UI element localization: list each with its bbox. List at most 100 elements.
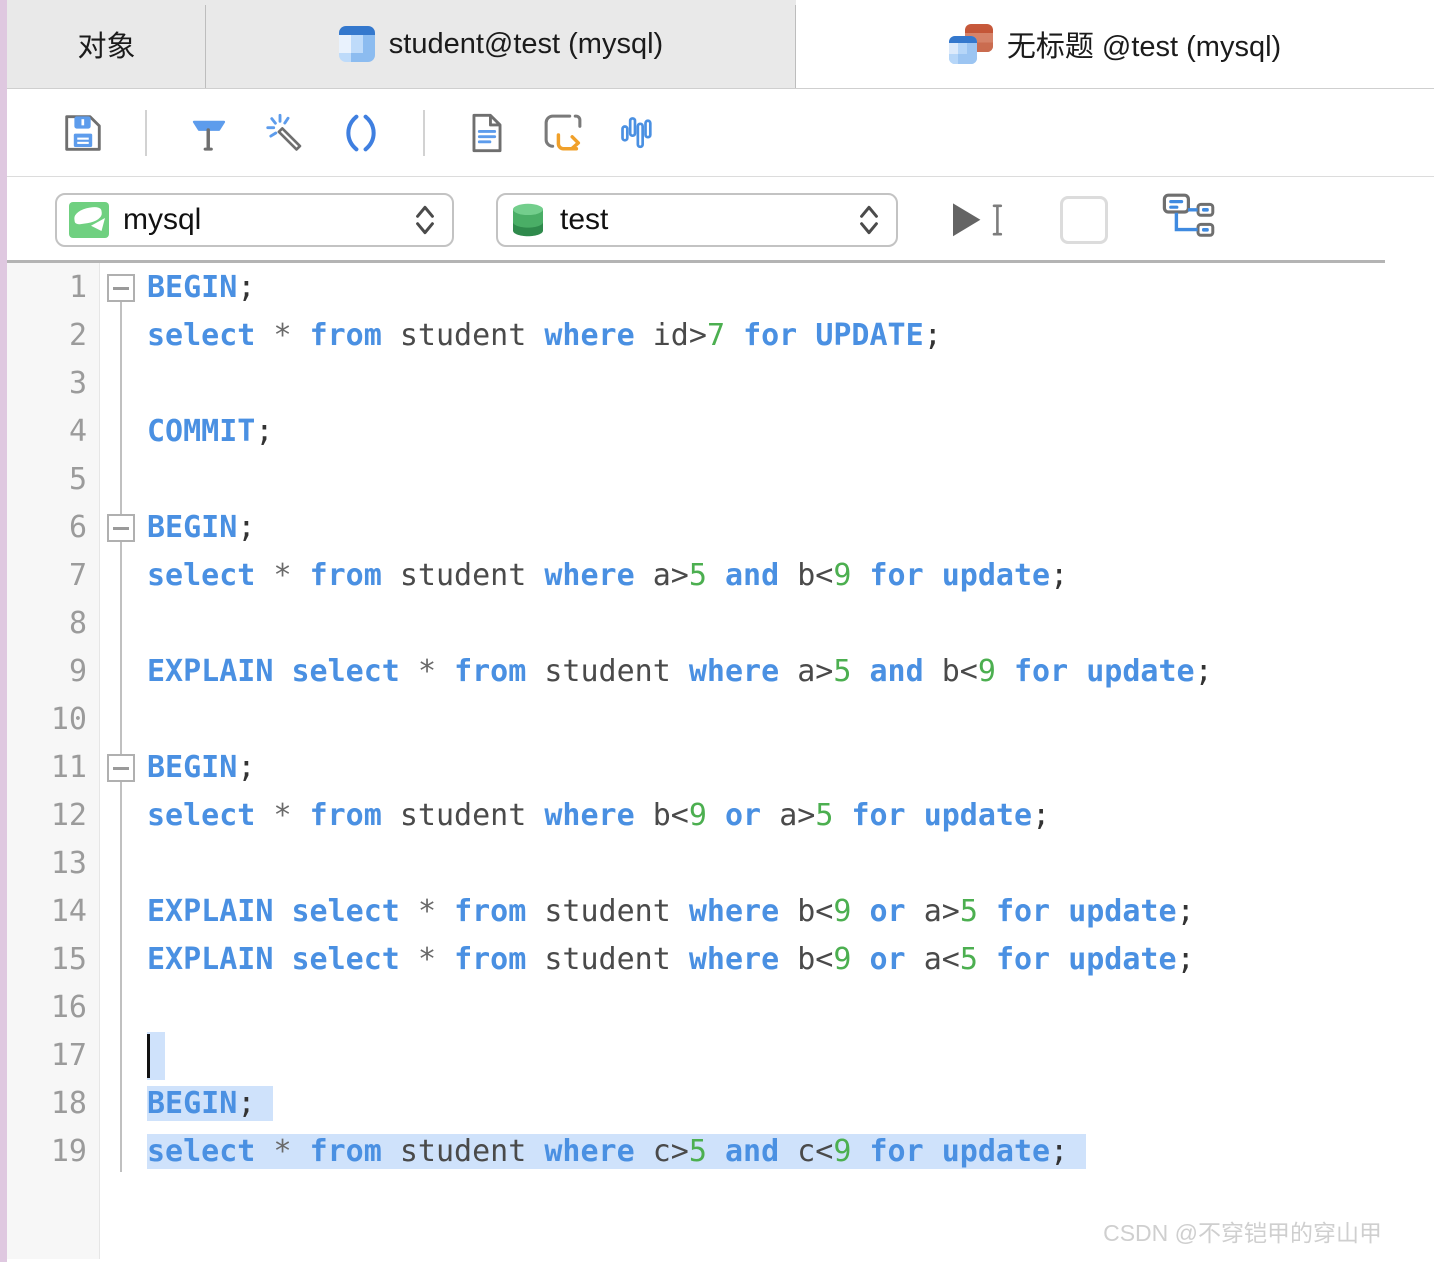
code-token: 9 bbox=[833, 942, 852, 977]
code-token: BEGIN bbox=[147, 1086, 238, 1121]
code-token: update bbox=[941, 558, 1051, 593]
line-number: 15 bbox=[50, 942, 87, 977]
code-line[interactable]: select * from student where c>5 and c<9 … bbox=[147, 1128, 1087, 1176]
code-folding-lane[interactable] bbox=[99, 263, 147, 1259]
code-token: from bbox=[309, 558, 382, 593]
tab-untitled[interactable]: 无标题 @test (mysql) bbox=[796, 0, 1434, 88]
code-token: * bbox=[417, 942, 436, 977]
code-token: select bbox=[147, 318, 256, 353]
code-token: * bbox=[273, 1134, 292, 1169]
magic-wand-icon bbox=[266, 113, 302, 151]
code-content[interactable]: BEGIN; select * from student where id>7 f… bbox=[147, 263, 1434, 1259]
code-token: 9 bbox=[833, 894, 852, 929]
code-token: for bbox=[743, 318, 798, 353]
code-line[interactable]: select * from student where b<9 or a>5 f… bbox=[147, 792, 1050, 840]
code-token: where bbox=[544, 558, 635, 593]
line-number: 1 bbox=[68, 270, 87, 305]
code-token: student bbox=[544, 654, 671, 689]
code-token bbox=[923, 1134, 942, 1169]
line-number: 6 bbox=[68, 510, 87, 545]
code-token: from bbox=[309, 1134, 382, 1169]
code-line[interactable]: BEGIN; bbox=[147, 744, 255, 792]
fold-toggle[interactable] bbox=[107, 514, 135, 542]
code-token: select bbox=[291, 654, 400, 689]
sql-editor[interactable]: 1 2 3 4 5 6 7 8 9 10 11 12 13 14 15 16 17 18 19 BEGIN; sele… bbox=[7, 263, 1434, 1259]
code-token: 9 bbox=[977, 654, 996, 689]
code-token: a> bbox=[923, 894, 960, 929]
tab-objects[interactable]: 对象 bbox=[7, 0, 206, 88]
export-button[interactable] bbox=[525, 101, 601, 165]
code-line[interactable]: BEGIN; bbox=[147, 504, 255, 552]
format-sql-button[interactable] bbox=[171, 101, 247, 165]
code-token: student bbox=[544, 942, 671, 977]
code-line[interactable]: select * from student where id>7 for UPD… bbox=[147, 312, 942, 360]
code-line[interactable]: EXPLAIN select * from student where a>5 … bbox=[147, 648, 1213, 696]
hammer-icon bbox=[192, 120, 226, 151]
database-cylinder-icon bbox=[510, 201, 546, 239]
code-token: EXPLAIN bbox=[147, 894, 274, 929]
beautify-button[interactable] bbox=[247, 101, 323, 165]
code-token: 7 bbox=[706, 318, 725, 353]
line-number: 9 bbox=[68, 654, 87, 689]
code-token: b< bbox=[941, 654, 978, 689]
code-token: * bbox=[417, 894, 436, 929]
code-token: 9 bbox=[833, 558, 852, 593]
tab-student[interactable]: student@test (mysql) bbox=[206, 0, 796, 88]
code-line[interactable]: BEGIN; bbox=[147, 264, 255, 312]
fold-toggle[interactable] bbox=[107, 274, 135, 302]
bar-chart-icon bbox=[621, 116, 652, 148]
line-number: 13 bbox=[50, 846, 87, 881]
code-token: a> bbox=[797, 654, 834, 689]
code-token: ; bbox=[255, 414, 274, 449]
code-token: BEGIN bbox=[147, 270, 238, 305]
code-token bbox=[255, 1134, 274, 1169]
code-token: student bbox=[544, 894, 671, 929]
code-token: update bbox=[1068, 942, 1177, 977]
stop-button[interactable] bbox=[1060, 196, 1108, 244]
code-token: 5 bbox=[688, 558, 707, 593]
code-token: and bbox=[869, 654, 924, 689]
parentheses-icon bbox=[346, 114, 376, 151]
code-line[interactable]: COMMIT; bbox=[147, 408, 273, 456]
code-token bbox=[706, 1134, 725, 1169]
snippets-button[interactable] bbox=[323, 101, 399, 165]
line-number: 7 bbox=[68, 558, 87, 593]
database-select[interactable]: test bbox=[496, 193, 898, 247]
code-token: a> bbox=[652, 558, 689, 593]
connection-select[interactable]: mysql bbox=[55, 193, 454, 247]
explain-plan-button[interactable] bbox=[1160, 192, 1216, 249]
fold-range-line bbox=[120, 542, 122, 754]
code-line[interactable]: BEGIN; bbox=[147, 1080, 274, 1128]
text-view-button[interactable] bbox=[449, 101, 525, 165]
code-token: a< bbox=[923, 942, 960, 977]
code-line[interactable]: select * from student where a>5 and b<9 … bbox=[147, 552, 1068, 600]
code-token: and bbox=[725, 558, 780, 593]
code-token: b< bbox=[652, 798, 689, 833]
code-token: 9 bbox=[833, 1134, 852, 1169]
code-token: c< bbox=[797, 1134, 834, 1169]
run-button[interactable] bbox=[944, 197, 1012, 243]
fold-toggle[interactable] bbox=[107, 754, 135, 782]
line-number: 17 bbox=[50, 1038, 87, 1073]
code-line[interactable]: EXPLAIN select * from student where b<9 … bbox=[147, 888, 1195, 936]
profile-button[interactable] bbox=[601, 101, 677, 165]
save-icon bbox=[65, 114, 101, 151]
code-line[interactable]: EXPLAIN select * from student where b<9 … bbox=[147, 936, 1195, 984]
save-button[interactable] bbox=[45, 101, 121, 165]
